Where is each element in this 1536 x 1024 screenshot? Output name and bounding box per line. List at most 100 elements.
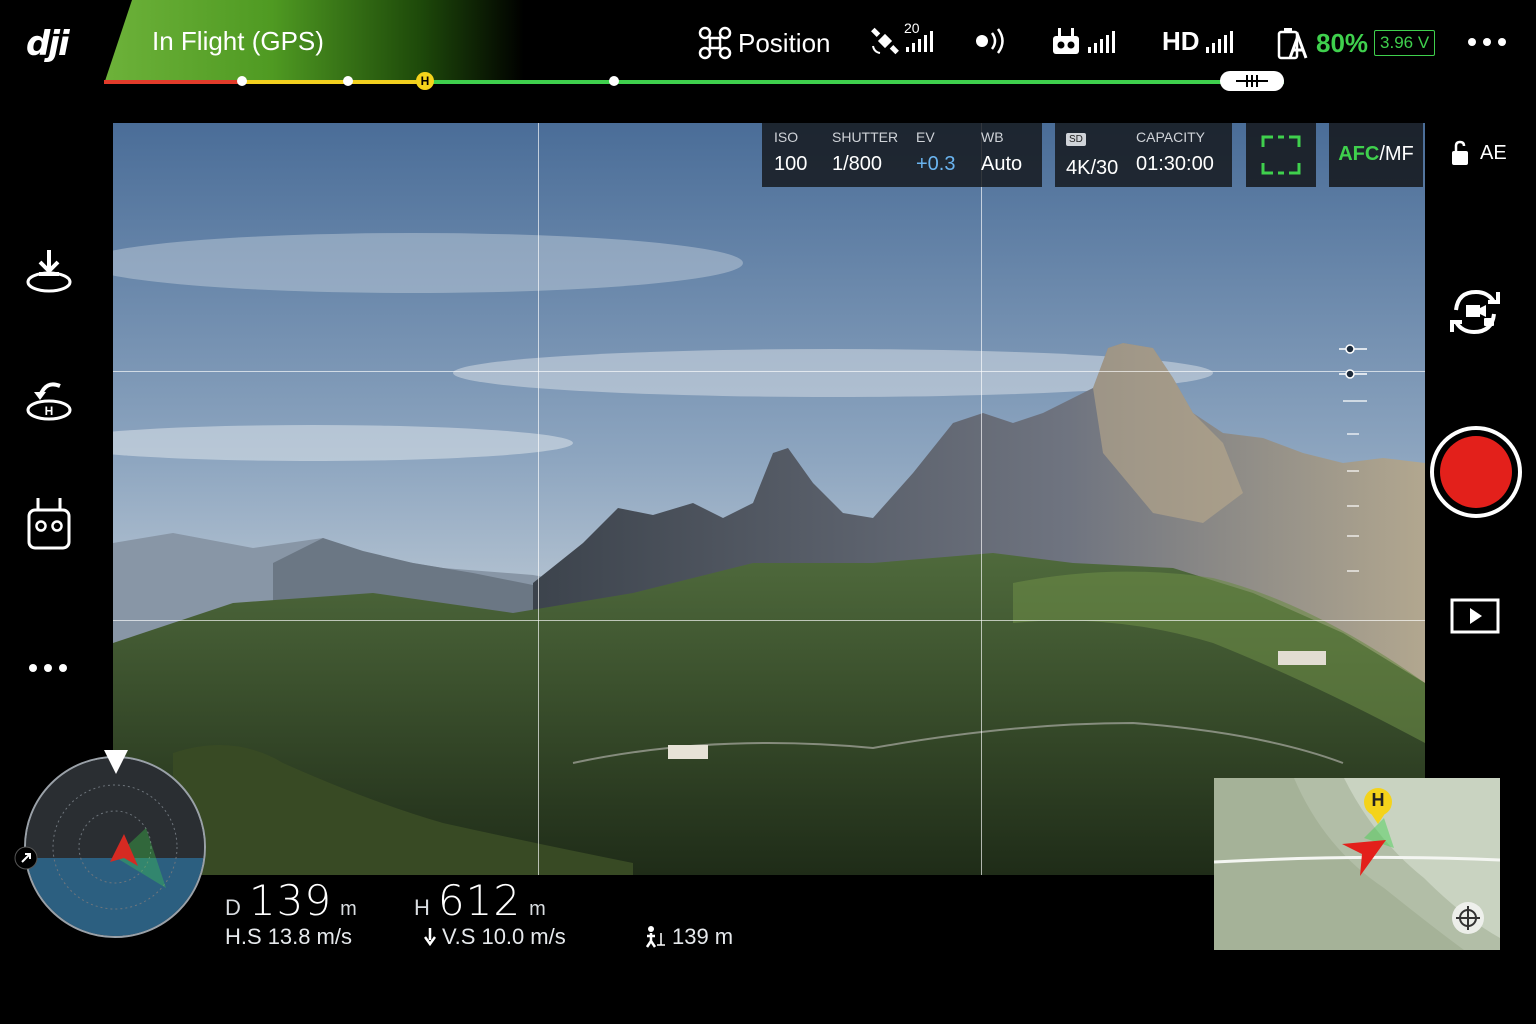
obstacle-sensing-icon (976, 28, 1004, 54)
storage-panel[interactable]: SD 4K/30 CAPACITY 01:30:00 (1055, 123, 1232, 187)
minimap[interactable]: H (1214, 778, 1500, 950)
iso-setting[interactable]: ISO 100 (774, 129, 807, 176)
ev-value: +0.3 (916, 153, 956, 175)
distance-value: 139 (248, 876, 333, 925)
satellite-count: 20 (904, 20, 920, 36)
horizontal-speed-readout: H.S 13.8 m/s (225, 924, 352, 950)
shutter-setting[interactable]: SHUTTER 1/800 (832, 129, 898, 176)
hd-link-label: HD (1162, 26, 1200, 56)
top-status-bar: dji In Flight (GPS) H Position 20 HD 80%… (0, 0, 1536, 92)
more-options-icon[interactable] (29, 664, 67, 672)
hspeed-unit: m/s (316, 924, 352, 949)
landscape-feed-image (113, 123, 1425, 875)
distance-unit: m (340, 898, 357, 920)
grid-line-horizontal (113, 620, 1425, 621)
return-to-home-icon[interactable]: H (24, 374, 74, 424)
dji-logo: dji (26, 24, 70, 64)
resolution-value: 4K/30 (1066, 157, 1119, 179)
camera-exposure-panel[interactable]: ISO 100 SHUTTER 1/800 EV +0.3 WB Auto (762, 123, 1042, 187)
capacity-value: 01:30:00 (1136, 153, 1214, 175)
height-label: H (414, 895, 430, 920)
attitude-radar[interactable] (24, 756, 206, 938)
hd-link-indicator[interactable]: HD (1162, 26, 1233, 57)
focus-frame-button[interactable] (1246, 123, 1316, 187)
hd-signal-bars (1205, 30, 1233, 53)
iso-value: 100 (774, 153, 808, 175)
shutter-value: 1/800 (832, 153, 883, 175)
battery-icon (1277, 28, 1308, 60)
more-icon[interactable] (1468, 38, 1506, 46)
battery-voltage: 3.96 V (1374, 30, 1436, 56)
height-value: 612 (437, 876, 522, 925)
pilot-distance-unit: m (714, 924, 734, 949)
rth-slider-handle[interactable] (1220, 71, 1284, 91)
progress-green-segment (424, 80, 1284, 84)
flight-mode-label: Position (738, 27, 831, 58)
grid-line-vertical (981, 123, 982, 875)
camera-switch-icon[interactable] (1446, 286, 1504, 338)
home-point-map-marker: H (1371, 790, 1385, 810)
ae-lock-button[interactable]: AE (1450, 140, 1507, 166)
takeoff-land-icon[interactable] (24, 246, 74, 296)
rc-signal-bars (1088, 31, 1115, 53)
remote-controller-icon (1053, 28, 1079, 54)
hspeed-label: H.S (225, 924, 262, 949)
wb-label: WB (981, 129, 1004, 145)
focus-frame-icon (1261, 135, 1301, 175)
vspeed-value: 10.0 (481, 924, 525, 949)
camera-live-view[interactable] (113, 123, 1425, 875)
grid-line-horizontal (113, 371, 1425, 372)
playback-icon[interactable] (1450, 598, 1500, 634)
grid-line-vertical (538, 123, 539, 875)
progress-red-segment (104, 80, 240, 84)
svg-text:H: H (45, 404, 54, 418)
pilot-distance-readout: 139 m (642, 924, 733, 950)
attitude-indicator (26, 758, 204, 936)
progress-yellow-segment (240, 80, 424, 84)
flight-mode-indicator[interactable]: Position (698, 26, 831, 60)
focus-mode-button[interactable]: AFC/MF (1329, 123, 1423, 187)
progress-marker (237, 76, 247, 86)
iso-label: ISO (774, 129, 799, 145)
recenter-button[interactable] (1450, 900, 1486, 936)
focus-mode-afc: AFC (1338, 143, 1380, 165)
rc-signal-indicator[interactable] (1050, 26, 1115, 58)
record-indicator (1440, 436, 1512, 508)
unlock-icon (1452, 140, 1468, 165)
shutter-label: SHUTTER (832, 129, 899, 145)
wb-value: Auto (981, 153, 1023, 175)
record-button[interactable] (1430, 426, 1522, 518)
ev-label: EV (916, 129, 935, 145)
focus-mode-mf: MF (1384, 143, 1414, 165)
flight-status-text: In Flight (GPS) (152, 26, 324, 56)
ae-label: AE (1480, 141, 1507, 164)
gps-indicator[interactable] (870, 26, 933, 56)
remote-controller-icon[interactable] (26, 496, 72, 552)
down-arrow-icon (424, 928, 436, 946)
distance-readout: D 139 m (225, 876, 357, 925)
progress-marker (609, 76, 619, 86)
pilot-distance-value: 139 (672, 924, 709, 949)
capacity-info: CAPACITY 01:30:00 (1136, 129, 1214, 176)
hspeed-value: 13.8 (267, 924, 311, 949)
distance-label: D (225, 895, 241, 920)
satellite-icon (871, 27, 899, 55)
capacity-label: CAPACITY (1136, 129, 1205, 145)
radar-expand-icon[interactable] (14, 846, 38, 870)
vspeed-label: V.S (442, 924, 476, 949)
height-unit: m (529, 898, 546, 920)
sd-card-icon: SD (1066, 133, 1086, 146)
vertical-speed-readout: V.S 10.0 m/s (424, 924, 566, 950)
battery-indicator[interactable]: 80% 3.96 V (1276, 26, 1436, 60)
progress-marker (343, 76, 353, 86)
obstacle-sensing-indicator[interactable] (974, 26, 1014, 56)
pilot-icon (645, 926, 665, 948)
north-marker-icon (104, 750, 128, 774)
height-readout: H 612 m (414, 876, 546, 925)
ev-setting[interactable]: EV +0.3 (916, 129, 955, 176)
drone-icon (698, 26, 732, 60)
wb-setting[interactable]: WB Auto (981, 129, 1022, 176)
flight-progress-track (104, 80, 1284, 84)
battery-percent: 80% (1316, 27, 1369, 58)
resolution-setting[interactable]: SD 4K/30 (1066, 129, 1118, 180)
